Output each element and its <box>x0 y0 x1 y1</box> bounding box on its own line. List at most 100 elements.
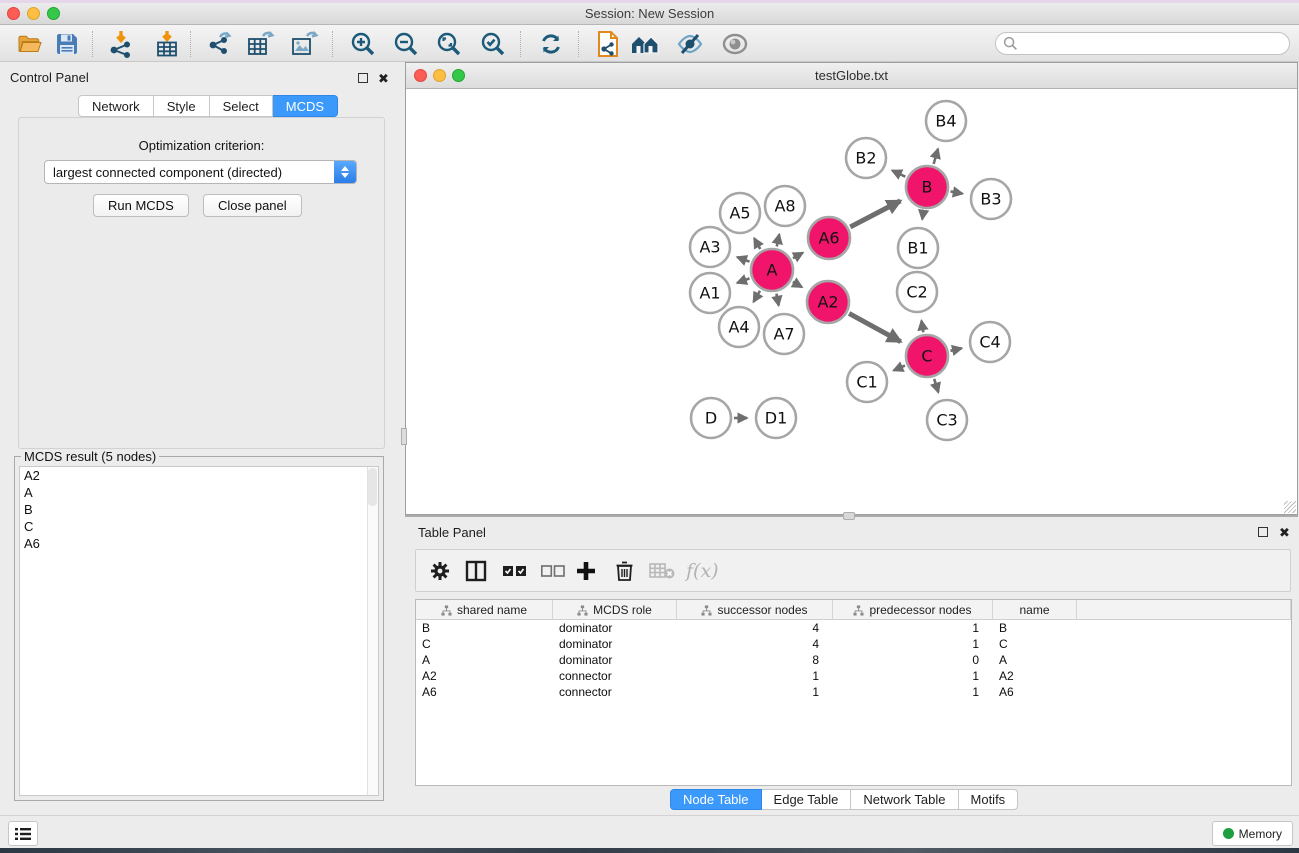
control-tab-network[interactable]: Network <box>78 95 154 117</box>
cell-successors[interactable]: 1 <box>677 684 833 700</box>
cell-predecessors[interactable]: 1 <box>833 636 993 652</box>
cell-predecessors[interactable]: 1 <box>833 620 993 636</box>
cell-name[interactable]: B <box>993 620 1077 636</box>
column-header-MCDS-role[interactable]: MCDS role <box>553 600 677 620</box>
graph-node-C4[interactable]: C4 <box>970 322 1010 362</box>
tab-edge-table[interactable]: Edge Table <box>762 789 852 810</box>
memory-button[interactable]: Memory <box>1212 821 1293 846</box>
graph-node-A5[interactable]: A5 <box>720 193 760 233</box>
table-row[interactable]: A6connector11A6 <box>416 684 1291 700</box>
graph-node-A1[interactable]: A1 <box>690 273 730 313</box>
graph-node-B3[interactable]: B3 <box>971 179 1011 219</box>
network-document-button[interactable] <box>593 29 623 59</box>
refresh-button[interactable] <box>536 29 566 59</box>
table-row[interactable]: Bdominator41B <box>416 620 1291 636</box>
run-mcds-button[interactable]: Run MCDS <box>93 194 189 217</box>
graph-edge-A-A2[interactable] <box>793 282 802 287</box>
cell-role[interactable]: dominator <box>553 620 677 636</box>
graph-edge-A-A3[interactable] <box>737 257 749 262</box>
show-graphics-button[interactable] <box>720 29 750 59</box>
scrollbar-thumb[interactable] <box>368 468 377 506</box>
cell-shared_name[interactable]: A6 <box>416 684 553 700</box>
export-network-button[interactable] <box>204 29 234 59</box>
unselect-all-columns-button[interactable] <box>541 558 565 584</box>
graph-edge-C-C4[interactable] <box>950 348 961 351</box>
export-table-button[interactable] <box>246 29 276 59</box>
cell-name[interactable]: A6 <box>993 684 1077 700</box>
mcds-result-item[interactable]: C <box>20 518 378 535</box>
graph-node-D1[interactable]: D1 <box>756 398 796 438</box>
graph-node-C1[interactable]: C1 <box>847 362 887 402</box>
function-builder-button[interactable]: f(x) <box>686 558 719 584</box>
mcds-result-item[interactable]: A2 <box>20 467 378 484</box>
column-header-predecessor-nodes[interactable]: predecessor nodes <box>833 600 993 620</box>
cell-role[interactable]: dominator <box>553 652 677 668</box>
import-network-button[interactable] <box>106 29 136 59</box>
graph-edge-A-A1[interactable] <box>737 278 749 283</box>
cell-successors[interactable]: 4 <box>677 636 833 652</box>
graph-node-C3[interactable]: C3 <box>927 400 967 440</box>
zoom-fit-button[interactable] <box>434 29 464 59</box>
cell-shared_name[interactable]: B <box>416 620 553 636</box>
graph-node-A3[interactable]: A3 <box>690 227 730 267</box>
cell-shared_name[interactable]: C <box>416 636 553 652</box>
float-table-panel-icon[interactable] <box>1258 527 1268 537</box>
graph-edge-B-B1[interactable] <box>922 211 923 220</box>
graph-edge-A6-B[interactable] <box>850 201 900 227</box>
save-session-button[interactable] <box>52 29 82 59</box>
cell-role[interactable]: connector <box>553 684 677 700</box>
network-graph-canvas[interactable]: B4B2BB3A8A5A6A3B1AC2A1A2A4A7C4CC1DD1C3 <box>406 89 1297 515</box>
tab-motifs[interactable]: Motifs <box>959 789 1019 810</box>
cell-predecessors[interactable]: 1 <box>833 668 993 684</box>
graph-node-A[interactable]: A <box>751 249 793 291</box>
control-tab-mcds[interactable]: MCDS <box>273 95 338 117</box>
graph-node-A4[interactable]: A4 <box>719 307 759 347</box>
graph-node-B1[interactable]: B1 <box>898 228 938 268</box>
close-table-panel-icon[interactable]: ✖ <box>1279 528 1290 538</box>
select-all-columns-button[interactable] <box>503 558 527 584</box>
table-settings-button[interactable] <box>429 558 451 584</box>
zoom-out-button[interactable] <box>391 29 421 59</box>
export-image-button[interactable] <box>290 29 320 59</box>
graph-edge-B-B4[interactable] <box>934 149 938 164</box>
delete-table-button[interactable] <box>649 558 675 584</box>
column-header-shared-name[interactable]: shared name <box>416 600 553 620</box>
graph-node-C2[interactable]: C2 <box>897 272 937 312</box>
graph-node-A6[interactable]: A6 <box>808 217 850 259</box>
cell-role[interactable]: dominator <box>553 636 677 652</box>
graph-edge-A-A5[interactable] <box>754 238 760 249</box>
open-session-button[interactable] <box>15 29 45 59</box>
control-tab-style[interactable]: Style <box>154 95 210 117</box>
task-history-button[interactable] <box>8 821 38 846</box>
graph-node-B4[interactable]: B4 <box>926 101 966 141</box>
tab-node-table[interactable]: Node Table <box>670 789 762 810</box>
cell-successors[interactable]: 4 <box>677 620 833 636</box>
graph-node-D[interactable]: D <box>691 398 731 438</box>
graph-edge-C-C2[interactable] <box>921 321 923 333</box>
mcds-result-list[interactable]: A2ABCA6 <box>19 466 379 796</box>
column-header-successor-nodes[interactable]: successor nodes <box>677 600 833 620</box>
search-field[interactable] <box>995 32 1290 55</box>
table-row[interactable]: A2connector11A2 <box>416 668 1291 684</box>
cell-successors[interactable]: 8 <box>677 652 833 668</box>
graph-node-A2[interactable]: A2 <box>807 281 849 323</box>
delete-column-button[interactable] <box>615 558 634 584</box>
float-panel-icon[interactable] <box>358 73 368 83</box>
tab-network-table[interactable]: Network Table <box>851 789 958 810</box>
home-button[interactable] <box>630 29 660 59</box>
criterion-select[interactable]: largest connected component (directed) <box>44 160 357 184</box>
cell-name[interactable]: A <box>993 652 1077 668</box>
graph-edge-B-B2[interactable] <box>892 170 905 176</box>
close-panel-button[interactable]: Close panel <box>203 194 302 217</box>
table-row[interactable]: Adominator80A <box>416 652 1291 668</box>
cell-shared_name[interactable]: A2 <box>416 668 553 684</box>
graph-edge-A-A7[interactable] <box>776 294 778 306</box>
mcds-result-item[interactable]: B <box>20 501 378 518</box>
graph-edge-A2-C[interactable] <box>849 313 901 341</box>
mcds-result-item[interactable]: A6 <box>20 535 378 552</box>
cell-predecessors[interactable]: 1 <box>833 684 993 700</box>
create-column-button[interactable] <box>576 558 596 584</box>
graph-edge-A-A8[interactable] <box>777 234 779 246</box>
import-table-button[interactable] <box>152 29 182 59</box>
show-columns-button[interactable] <box>465 558 487 584</box>
